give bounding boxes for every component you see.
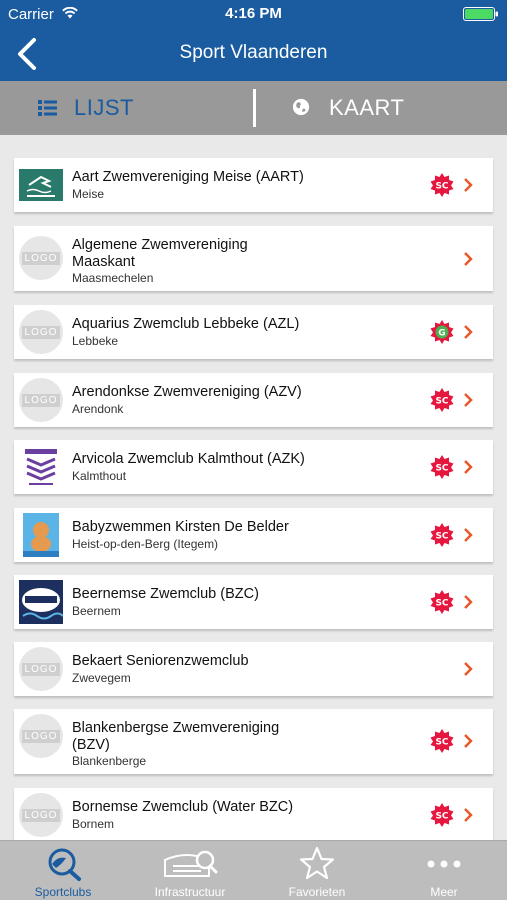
club-name: Aart Zwemvereniging Meise (AART) <box>72 169 304 185</box>
star-icon <box>299 846 335 880</box>
club-logo-placeholder: LOGO <box>19 714 63 758</box>
bzc-logo <box>19 580 63 624</box>
tab-sportclubs[interactable]: Sportclubs <box>0 841 126 900</box>
club-city: Heist-op-den-Berg (Itegem) <box>72 537 219 551</box>
segment-list-label: LIJST <box>74 95 134 120</box>
club-row[interactable]: LOGO Aquarius Zwemclub Lebbeke (AZL) Leb… <box>14 305 493 359</box>
club-row[interactable]: LOGO Arendonkse Zwemvereniging (AZV) Are… <box>14 373 493 427</box>
club-logo-placeholder: LOGO <box>19 236 63 280</box>
club-name: Arvicola Zwemclub Kalmthout (AZK) <box>72 451 305 467</box>
svg-text:SC: SC <box>435 397 448 407</box>
chevron-right-icon <box>464 460 473 474</box>
tab-favorieten[interactable]: Favorieten <box>254 841 380 900</box>
club-logo-placeholder: LOGO <box>19 793 63 837</box>
club-list[interactable]: Aart Zwemvereniging Meise (AART) Meise S… <box>0 135 507 840</box>
clock: 4:16 PM <box>225 5 282 22</box>
tab-label: Sportclubs <box>34 885 92 899</box>
sportclub-badge-icon: SC <box>430 803 454 827</box>
view-segmented-control: LIJST KAART <box>0 81 507 135</box>
club-row[interactable]: Babyzwemmen Kirsten De Belder Heist-op-d… <box>14 508 493 562</box>
list-icon <box>38 100 57 116</box>
club-city: Kalmthout <box>72 469 127 483</box>
sportclub-badge-icon: SC <box>430 173 454 197</box>
club-logo-placeholder: LOGO <box>19 310 63 354</box>
club-row[interactable]: LOGO Bekaert Seniorenzwemclub Zwevegem <box>14 642 493 696</box>
sportclub-badge-icon: SC <box>430 729 454 753</box>
chevron-right-icon <box>464 595 473 609</box>
sportclub-badge-icon: SC <box>430 455 454 479</box>
club-city: Maasmechelen <box>72 271 154 285</box>
club-name: Bornemse Zwemclub (Water BZC) <box>72 799 294 815</box>
club-name: Bekaert Seniorenzwemclub <box>72 653 249 669</box>
svg-text:SC: SC <box>435 532 448 542</box>
tab-meer[interactable]: Meer <box>381 841 507 900</box>
segment-list[interactable]: LIJST <box>0 81 253 135</box>
chevron-right-icon <box>464 528 473 542</box>
club-row[interactable]: Aart Zwemvereniging Meise (AART) Meise S… <box>14 158 493 212</box>
more-icon <box>427 860 461 868</box>
chevron-right-icon <box>464 393 473 407</box>
tab-bar: Sportclubs Infrastructuur Favorieten Mee… <box>0 840 507 900</box>
club-name: Beernemse Zwemclub (BZC) <box>72 586 259 602</box>
chevron-right-icon <box>464 808 473 822</box>
club-logo-placeholder: LOGO <box>19 647 63 691</box>
chevron-right-icon <box>464 734 473 748</box>
sportclub-badge-icon: SC <box>430 590 454 614</box>
svg-text:G: G <box>438 329 445 339</box>
baby-logo <box>23 513 59 557</box>
club-city: Bornem <box>72 817 115 831</box>
svg-text:SC: SC <box>435 738 448 748</box>
club-row[interactable]: Arvicola Zwemclub Kalmthout (AZK) Kalmth… <box>14 440 493 494</box>
infrastructure-icon <box>164 850 218 877</box>
tab-label: Infrastructuur <box>154 885 226 899</box>
club-name: Babyzwemmen Kirsten De Belder <box>72 519 289 535</box>
club-row[interactable]: LOGO Algemene Zwemvereniging Maaskant Ma… <box>14 226 493 291</box>
g-badge-icon: G <box>430 320 454 344</box>
club-row[interactable]: LOGO Blankenbergse Zwemvereniging (BZV) … <box>14 709 493 774</box>
club-row[interactable]: Beernemse Zwemclub (BZC) Beernem SC <box>14 575 493 629</box>
chevron-right-icon <box>464 178 473 192</box>
status-bar: Carrier 4:16 PM <box>0 0 507 28</box>
sportclub-badge-icon: SC <box>430 388 454 412</box>
tab-label: Meer <box>430 885 458 899</box>
club-logo-placeholder: LOGO <box>19 378 63 422</box>
globe-icon <box>292 98 310 116</box>
azk-logo <box>19 445 63 489</box>
svg-text:SC: SC <box>435 599 448 609</box>
tab-infrastructuur[interactable]: Infrastructuur <box>127 841 253 900</box>
svg-text:SC: SC <box>435 182 448 192</box>
club-name: Algemene Zwemvereniging Maaskant <box>72 237 248 270</box>
club-city: Meise <box>72 187 105 201</box>
segment-map[interactable]: KAART <box>256 81 507 135</box>
page-title: Sport Vlaanderen <box>179 42 328 63</box>
club-city: Lebbeke <box>72 334 119 348</box>
svg-text:SC: SC <box>435 812 448 822</box>
sportclubs-icon <box>48 848 81 881</box>
club-name: Blankenbergse Zwemvereniging (BZV) <box>72 720 280 753</box>
club-city: Arendonk <box>72 402 124 416</box>
club-city: Blankenberge <box>72 754 147 768</box>
club-row[interactable]: LOGO Bornemse Zwemclub (Water BZC) Borne… <box>14 788 493 840</box>
club-name: Arendonkse Zwemvereniging (AZV) <box>72 384 302 400</box>
sportclub-badge-icon: SC <box>430 523 454 547</box>
chevron-right-icon <box>464 252 473 266</box>
club-name: Aquarius Zwemclub Lebbeke (AZL) <box>72 316 300 332</box>
aart-logo <box>19 169 63 201</box>
chevron-right-icon <box>464 662 473 676</box>
tab-label: Favorieten <box>288 885 346 899</box>
navigation-bar: Sport Vlaanderen <box>0 28 507 81</box>
battery-icon <box>463 7 498 21</box>
club-city: Beernem <box>72 604 121 618</box>
club-city: Zwevegem <box>72 671 131 685</box>
svg-text:SC: SC <box>435 464 448 474</box>
segment-map-label: KAART <box>329 95 405 120</box>
chevron-right-icon <box>464 325 473 339</box>
